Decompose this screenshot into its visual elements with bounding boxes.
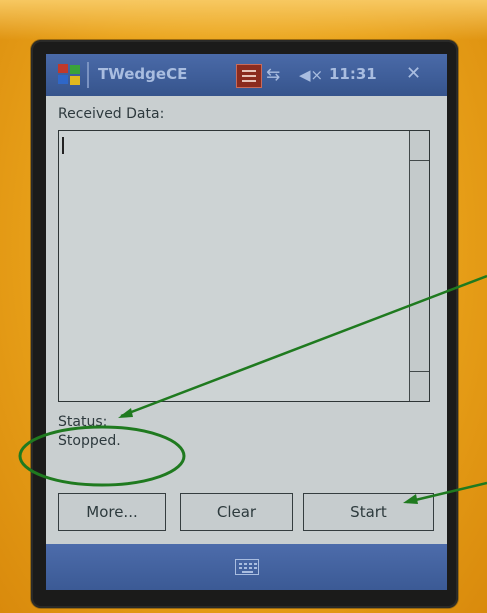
windows-start-icon[interactable]: [58, 64, 82, 86]
device-screen: TWedgeCE ⇆ ◀× 11:31 ✕ Received Data: Sta…: [46, 54, 447, 590]
clock[interactable]: 11:31: [329, 65, 377, 83]
close-icon[interactable]: ✕: [406, 63, 421, 84]
status-value: Stopped.: [58, 433, 121, 449]
case-highlight: [0, 0, 487, 40]
start-button[interactable]: Start: [303, 493, 434, 531]
received-data-textarea[interactable]: [58, 130, 430, 402]
title-separator: [87, 62, 89, 88]
vertical-scrollbar[interactable]: [409, 131, 429, 401]
volume-muted-icon[interactable]: ◀×: [299, 64, 327, 86]
status-label: Status:: [58, 414, 108, 430]
clear-button[interactable]: Clear: [180, 493, 293, 531]
app-title: TWedgeCE: [98, 65, 188, 83]
scroll-down-button[interactable]: [410, 371, 429, 401]
soft-key-bar: [46, 544, 447, 590]
keyboard-status-icon[interactable]: [236, 64, 262, 88]
network-icon[interactable]: ⇆: [266, 64, 294, 86]
keyboard-icon[interactable]: [235, 559, 259, 575]
received-data-label: Received Data:: [58, 106, 165, 122]
more-button[interactable]: More...: [58, 493, 166, 531]
title-bar: TWedgeCE ⇆ ◀× 11:31 ✕: [46, 54, 447, 96]
text-caret: [62, 137, 64, 154]
scroll-up-button[interactable]: [410, 131, 429, 161]
